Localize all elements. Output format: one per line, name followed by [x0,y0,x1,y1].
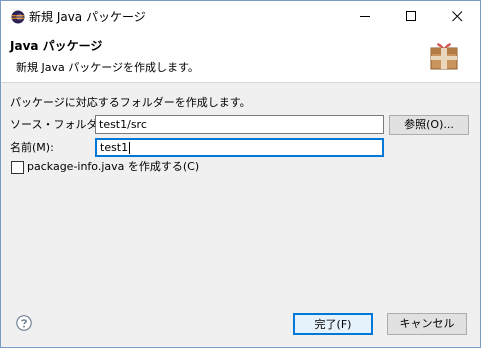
create-package-info-label[interactable]: package-info.java を作成する(C) [27,160,199,174]
wizard-header: Java パッケージ 新規 Java パッケージを作成します。 [1,32,480,83]
wizard-message: 新規 Java パッケージを作成します。 [16,61,199,74]
close-icon [452,11,463,22]
package-name-label: 名前(M): [10,141,54,154]
dialog-window: 新規 Java パッケージ Java パッケージ 新規 Java パッケージを作… [0,0,481,348]
title-bar: 新規 Java パッケージ [1,1,480,32]
wizard-title: Java パッケージ [10,39,103,53]
source-folder-field[interactable]: test1/src [95,115,384,134]
finish-button[interactable]: 完了(F) [293,313,373,335]
maximize-icon [406,11,416,21]
package-icon [430,43,458,70]
create-package-info-checkbox[interactable] [11,161,24,174]
browse-button[interactable]: 参照(O)... [389,115,469,135]
package-name-field[interactable]: test1 [95,138,384,157]
page-description: パッケージに対応するフォルダーを作成します。 [10,96,251,109]
eclipse-app-icon [11,10,25,24]
minimize-icon [360,16,370,17]
package-name-value: test1 [100,141,129,154]
cancel-button[interactable]: キャンセル [387,313,467,335]
source-folder-value: test1/src [99,118,147,131]
maximize-button[interactable] [389,1,435,32]
close-button[interactable] [435,1,481,32]
minimize-button[interactable] [343,1,389,32]
help-icon[interactable] [16,315,32,331]
text-caret [129,142,131,154]
window-title: 新規 Java パッケージ [29,10,146,24]
